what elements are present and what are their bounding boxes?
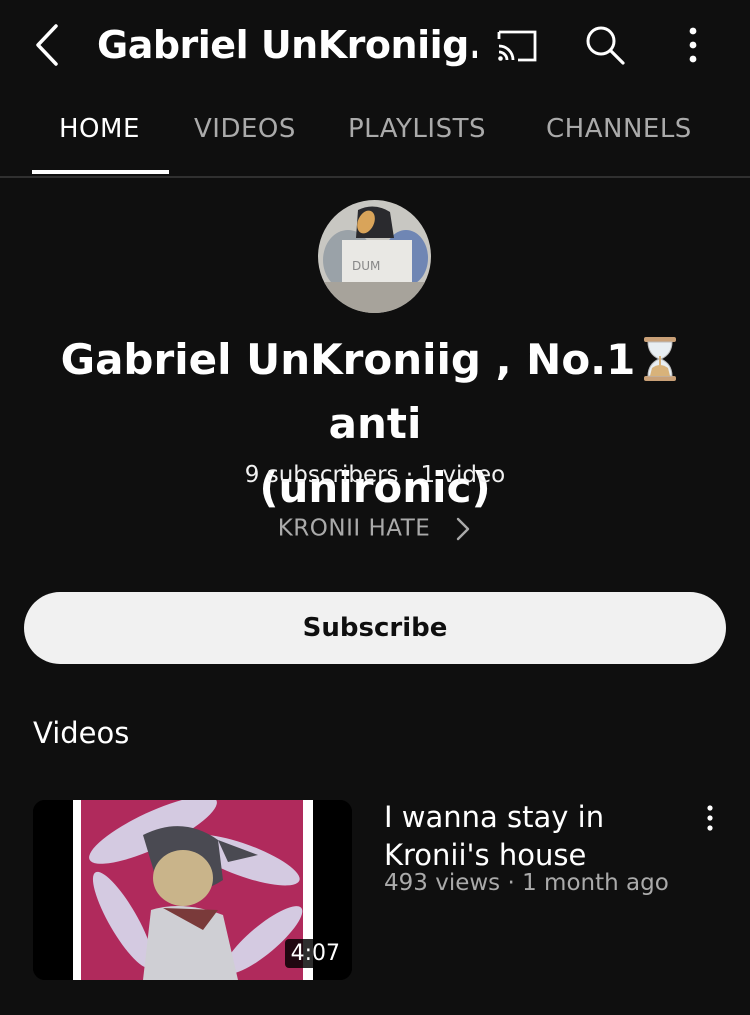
channel-avatar: DUM (318, 200, 431, 313)
video-duration: 4:07 (284, 939, 346, 968)
hourglass-icon (644, 336, 677, 381)
tab-playlists[interactable]: PLAYLISTS (348, 114, 486, 144)
active-tab-indicator (32, 170, 169, 174)
video-title[interactable]: I wanna stay in Kronii's house (384, 798, 674, 874)
chevron-right-icon (457, 517, 470, 541)
section-title-videos: Videos (33, 716, 130, 750)
tab-home[interactable]: HOME (59, 114, 140, 144)
channel-tabs: HOME VIDEOS PLAYLISTS CHANNELS (0, 90, 750, 178)
subscribe-button[interactable]: Subscribe (24, 592, 726, 664)
channel-name-part1: Gabriel UnKroniig , No.1 (60, 335, 636, 384)
channel-link[interactable]: KRONII HATE (0, 515, 750, 543)
tab-videos[interactable]: VIDEOS (194, 114, 296, 144)
video-meta: 493 views · 1 month ago (384, 870, 669, 896)
search-icon[interactable] (582, 22, 628, 68)
cast-icon[interactable] (494, 22, 540, 68)
top-app-bar: Gabriel UnKroniig... (0, 0, 750, 90)
video-thumbnail[interactable]: 4:07 (33, 800, 352, 980)
tab-channels[interactable]: CHANNELS (546, 114, 692, 144)
channel-stats: 9 subscribers · 1 video (244, 462, 506, 488)
channel-link-label: KRONII HATE (277, 515, 431, 542)
avatar-sign-text: DUM (352, 259, 380, 273)
channel-name-part2: anti (328, 399, 422, 448)
back-chevron-icon[interactable] (30, 22, 66, 68)
more-vertical-icon[interactable] (698, 804, 722, 834)
more-vertical-icon[interactable] (670, 22, 716, 68)
channel-name: Gabriel UnKroniig , No.1 anti (unironic) (40, 328, 710, 520)
channel-title: Gabriel UnKroniig... (97, 23, 477, 67)
